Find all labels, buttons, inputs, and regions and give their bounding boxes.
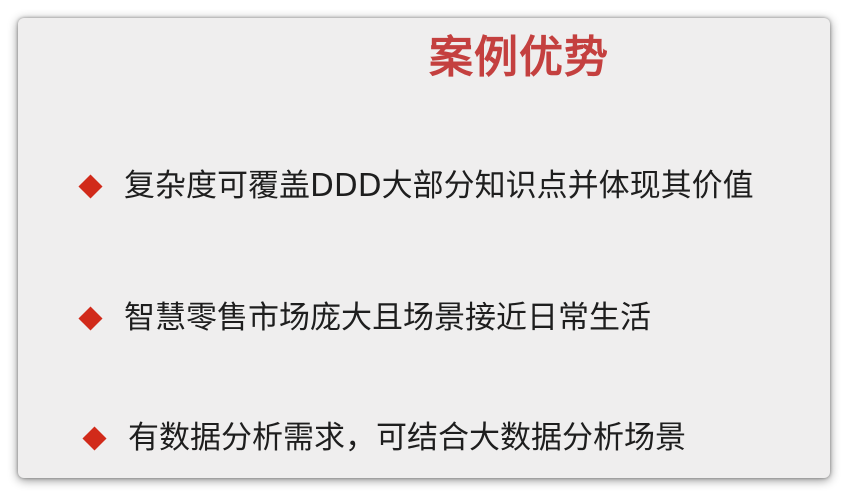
- bullet-item: 智慧零售市场庞大且场景接近日常生活: [78, 296, 651, 340]
- bullet-text: 智慧零售市场庞大且场景接近日常生活: [124, 300, 651, 336]
- diamond-icon: [78, 305, 103, 331]
- diamond-icon: [82, 425, 107, 451]
- slide-title: 案例优势: [429, 32, 609, 83]
- bullet-text: 有数据分析需求，可结合大数据分析场景: [128, 420, 686, 456]
- bullet-item: 有数据分析需求，可结合大数据分析场景: [82, 416, 686, 460]
- slide: 案例优势 复杂度可覆盖DDD大部分知识点并体现其价值 智慧零售市场庞大且场景接近…: [18, 18, 830, 478]
- bullet-item: 复杂度可覆盖DDD大部分知识点并体现其价值: [78, 164, 754, 208]
- bullet-text: 复杂度可覆盖DDD大部分知识点并体现其价值: [124, 168, 754, 204]
- diamond-icon: [78, 173, 103, 199]
